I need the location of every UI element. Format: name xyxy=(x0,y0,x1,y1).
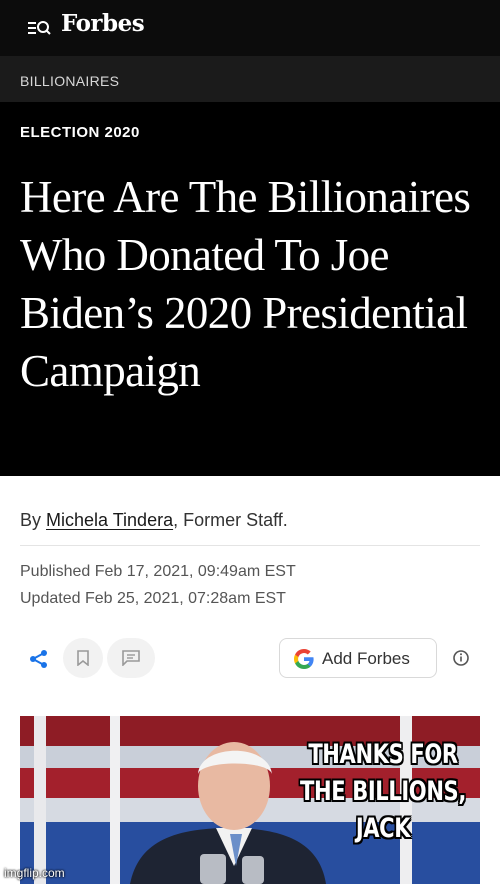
article-dates: Published Feb 17, 2021, 09:49am EST Upda… xyxy=(20,558,296,612)
byline-prefix: By xyxy=(20,510,47,530)
section-bar: BILLIONAIRES xyxy=(0,56,500,102)
action-bar: Add Forbes xyxy=(0,634,500,682)
imgflip-watermark: imgflip.com xyxy=(4,866,65,880)
byline-suffix: , Former Staff. xyxy=(173,510,288,530)
comment-icon xyxy=(122,650,140,666)
share-icon[interactable] xyxy=(28,648,50,670)
google-g-icon xyxy=(294,649,314,669)
add-forbes-button[interactable]: Add Forbes xyxy=(279,638,437,678)
article-headline: Here Are The Billionaires Who Donated To… xyxy=(20,172,471,396)
divider xyxy=(20,545,480,546)
bookmark-icon xyxy=(77,650,89,666)
article-kicker[interactable]: ELECTION 2020 xyxy=(20,124,140,141)
updated-date: Updated Feb 25, 2021, 07:28am EST xyxy=(20,590,286,607)
info-icon[interactable] xyxy=(451,648,471,668)
forbes-logo[interactable]: Forbes xyxy=(61,10,145,37)
section-label[interactable]: BILLIONAIRES xyxy=(20,73,119,89)
add-forbes-label: Add Forbes xyxy=(322,649,410,668)
meme-caption: THANKS FOR THE BILLIONS, JACK xyxy=(300,739,466,844)
menu-search-icon[interactable] xyxy=(28,17,52,37)
published-date: Published Feb 17, 2021, 09:49am EST xyxy=(20,563,296,580)
author-link[interactable]: Michela Tindera xyxy=(46,510,173,530)
byline: By Michela Tindera, Former Staff. xyxy=(20,510,288,531)
top-nav-bar: Forbes xyxy=(0,0,500,56)
comment-button[interactable] xyxy=(107,638,155,678)
bookmark-button[interactable] xyxy=(63,638,103,678)
article-hero: ELECTION 2020 Here Are The Billionaires … xyxy=(0,102,500,476)
